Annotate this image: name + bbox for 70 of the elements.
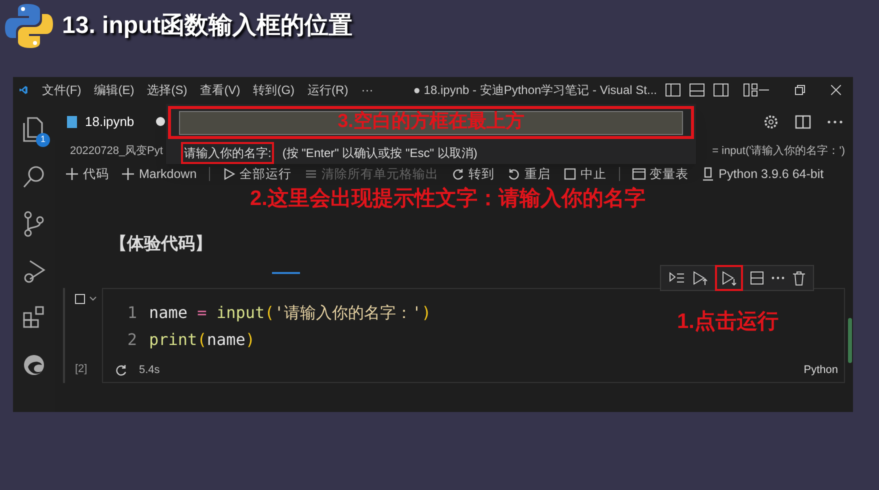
annotation-text: 2.这里会出现提示性文字：请输入你的名字 xyxy=(250,186,646,212)
close-icon[interactable] xyxy=(831,85,841,95)
restore-icon[interactable] xyxy=(795,85,805,95)
files-icon[interactable] xyxy=(21,117,45,143)
menu-item[interactable]: 选择(S) xyxy=(147,81,188,99)
line-number: 1 xyxy=(126,302,138,324)
toolbar-button[interactable]: Markdown xyxy=(121,164,197,184)
refresh-icon xyxy=(115,364,127,376)
menu-item[interactable]: 文件(F) xyxy=(42,81,82,99)
sidebar-layout-icon[interactable] xyxy=(665,83,681,97)
breadcrumb[interactable]: 20220728_风变Pyt xyxy=(70,143,163,160)
cell-language[interactable]: Python xyxy=(804,362,838,378)
code-line: name = input('请输入你的名字：') xyxy=(149,302,432,324)
menu-item[interactable]: 编辑(E) xyxy=(94,81,134,99)
run-below-button[interactable] xyxy=(714,265,742,291)
source-control-icon[interactable] xyxy=(22,211,46,237)
python-logo-icon xyxy=(4,2,54,50)
square-icon xyxy=(562,167,577,181)
notebook-file-icon xyxy=(67,116,77,128)
more-icon[interactable] xyxy=(827,120,843,124)
panel-layout-icon[interactable] xyxy=(689,83,705,97)
breadcrumb-code: = input('请输入你的名字：') xyxy=(712,144,845,160)
editor-tab[interactable]: 18.ipynb xyxy=(67,103,166,140)
slide-title: 13. input函数输入框的位置 xyxy=(62,10,353,40)
chevron-icon[interactable] xyxy=(89,296,97,302)
notification-badge: 1 xyxy=(36,133,50,147)
play-icon xyxy=(222,167,236,181)
more-icon[interactable] xyxy=(770,276,784,280)
restart-icon xyxy=(506,167,521,181)
extensions-icon[interactable] xyxy=(22,305,46,331)
cell-checkbox-icon[interactable] xyxy=(75,294,85,304)
split-layout-icon[interactable] xyxy=(713,83,729,97)
plus-icon xyxy=(121,167,135,181)
execution-count: [2] xyxy=(75,362,88,376)
split-cell-icon[interactable] xyxy=(750,271,764,285)
annotation-text: 1.点击运行 xyxy=(677,309,779,335)
input-hint: (按 "Enter" 以确认或按 "Esc" 以取消) xyxy=(282,145,478,162)
run-below-icon xyxy=(720,270,736,286)
window-title: ● 18.ipynb - 安迪Python学习笔记 - Visual St... xyxy=(413,82,657,99)
menu-item[interactable]: 查看(V) xyxy=(200,81,240,99)
markdown-heading: 【体验代码】 xyxy=(110,232,212,254)
browser-icon[interactable] xyxy=(22,352,46,378)
code-line: print(name) xyxy=(149,329,255,351)
variables-icon xyxy=(632,167,646,181)
annotation-text: 3.空白的方框在最上方 xyxy=(338,110,524,134)
run-by-line-icon[interactable] xyxy=(668,271,684,285)
settings-icon[interactable] xyxy=(763,114,779,130)
toolbar-button[interactable]: 中止 xyxy=(562,164,607,184)
run-debug-icon[interactable] xyxy=(22,258,46,284)
toolbar-button[interactable]: 变量表 xyxy=(632,164,689,184)
input-prompt: 请输入你的名字: xyxy=(181,142,274,164)
run-above-icon[interactable] xyxy=(692,270,708,286)
menu-item[interactable]: 运行(R) xyxy=(308,81,348,99)
toolbar-button[interactable]: 转到 xyxy=(450,164,495,184)
plus-icon xyxy=(65,167,79,181)
menu-item[interactable]: ··· xyxy=(361,81,374,99)
customize-layout-icon[interactable] xyxy=(743,83,759,97)
toolbar-button[interactable]: 重启 xyxy=(506,164,551,184)
search-icon[interactable] xyxy=(22,164,46,190)
toolbar-button[interactable]: Python 3.9.6 64-bit xyxy=(700,164,824,184)
kernel-icon xyxy=(700,167,715,181)
split-editor-icon[interactable] xyxy=(795,114,811,128)
scrollbar xyxy=(848,318,852,363)
toolbar-button[interactable]: 代码 xyxy=(65,164,109,184)
delete-icon[interactable] xyxy=(792,270,806,286)
cycle-icon xyxy=(450,167,465,181)
run-duration: 5.4s xyxy=(139,362,160,378)
line-number: 2 xyxy=(126,329,138,351)
menu-item[interactable]: 转到(G) xyxy=(253,81,295,99)
toolbar-button[interactable]: 全部运行 xyxy=(222,164,292,184)
